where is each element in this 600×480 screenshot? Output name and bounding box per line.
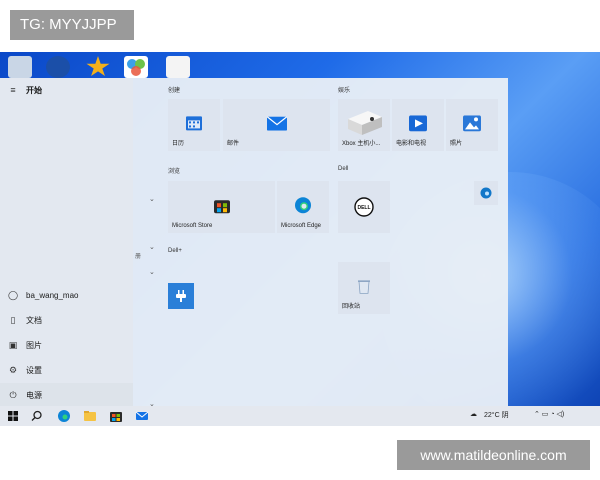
tile-edge-small[interactable]	[474, 181, 498, 205]
nav-power-label: 电源	[26, 390, 42, 400]
group-title-dell: Dell	[338, 166, 349, 172]
store-icon	[213, 200, 230, 214]
hamburger-icon[interactable]: ≡	[0, 85, 26, 95]
start-header[interactable]: ≡ 开始	[0, 78, 133, 102]
tile-mail-label: 邮件	[227, 141, 240, 147]
recycle-bin-icon	[358, 280, 370, 294]
tile-store[interactable]: Microsoft Store	[168, 181, 275, 233]
edge-desktop-icon[interactable]	[46, 56, 70, 78]
tile-calendar-label: 日历	[172, 141, 185, 147]
tile-photos[interactable]: 照片	[446, 99, 498, 151]
chevron-down-icon[interactable]: ⌄	[149, 195, 155, 203]
tile-recycle-label: 回收站	[342, 304, 361, 310]
tile-xbox-label: Xbox 主机小...	[342, 141, 381, 147]
picture-icon: ▣	[8, 339, 18, 350]
gear-icon: ⚙	[8, 364, 18, 375]
user-icon: ◯	[7, 289, 19, 300]
windows-start-icon[interactable]	[6, 409, 20, 423]
nav-settings-label: 设置	[26, 365, 42, 375]
xbox-console-icon	[348, 111, 382, 135]
nav-pictures[interactable]: ▣ 图片	[0, 333, 133, 357]
user-name: ba_wang_mao	[26, 290, 79, 300]
nav-documents[interactable]: ▯ 文档	[0, 308, 133, 332]
file-desktop-icon[interactable]	[166, 56, 190, 78]
system-tray-icons[interactable]: ⌃ ▭ ◔ ◁)	[534, 410, 564, 418]
star-desktop-icon[interactable]	[86, 56, 110, 77]
start-title: 开始	[26, 85, 42, 95]
calendar-icon	[186, 116, 202, 131]
tile-store-label: Microsoft Store	[172, 223, 213, 229]
nav-settings[interactable]: ⚙ 设置	[0, 358, 133, 382]
store-icon[interactable]	[109, 409, 123, 423]
start-menu: ≡ 开始 ◯ ba_wang_mao ▯ 文档 ▣ 图片 ⚙ 设置 ⏻ 电源 ⌄…	[0, 78, 508, 408]
weather-icon[interactable]: ☁	[470, 410, 477, 418]
tile-edge-label: Microsoft Edge	[281, 223, 322, 229]
svg-text:DELL: DELL	[357, 205, 370, 211]
nav-pictures-label: 图片	[26, 340, 42, 350]
tile-mail[interactable]: 邮件	[223, 99, 330, 151]
start-left-column: ≡ 开始 ◯ ba_wang_mao ▯ 文档 ▣ 图片 ⚙ 设置 ⏻ 电源	[0, 78, 133, 408]
power-icon: ⏻	[9, 389, 17, 400]
tile-xbox[interactable]: Xbox 主机小...	[338, 99, 390, 151]
plug-icon	[176, 290, 186, 302]
recycle-bin-desktop-icon[interactable]	[8, 56, 32, 78]
group-title-dellplus: Dell+	[168, 248, 182, 254]
mail-icon	[266, 116, 287, 131]
tile-calendar[interactable]: 日历	[168, 99, 220, 151]
group-title-browse: 浏览	[168, 169, 181, 175]
app-list-column: ⌄ 册 ⌄ ⌄ ⌄	[133, 78, 163, 408]
folder-icon[interactable]	[83, 409, 97, 423]
screenshot-root: TG: MYYJJPP ≡ 开始 ◯ ba_wang_mao ▯ 文档 ▣ 图片…	[0, 0, 600, 480]
app-desktop-icon[interactable]	[124, 56, 148, 78]
weather-text[interactable]: 22°C 阴	[484, 410, 509, 420]
tile-recycle-bin[interactable]: 回收站	[338, 262, 390, 314]
edge-icon[interactable]	[57, 409, 71, 423]
tile-dell[interactable]: DELL	[338, 181, 390, 233]
taskbar: ☁ 22°C 阴 ⌃ ▭ ◔ ◁)	[0, 406, 600, 426]
app-list-letter[interactable]: 册	[135, 251, 141, 260]
tag-overlay: TG: MYYJJPP	[10, 10, 134, 40]
tile-photos-label: 照片	[450, 141, 463, 147]
search-icon[interactable]	[30, 409, 44, 423]
watermark-overlay: www.matildeonline.com	[397, 440, 590, 470]
tile-movies[interactable]: 电影和电视	[392, 99, 444, 151]
tile-movies-label: 电影和电视	[396, 141, 427, 147]
user-account[interactable]: ◯ ba_wang_mao	[0, 283, 133, 307]
nav-power[interactable]: ⏻ 电源	[0, 383, 133, 407]
edge-icon	[295, 197, 311, 214]
edge-icon	[480, 187, 492, 199]
group-title-entertainment: 娱乐	[338, 88, 351, 94]
tile-dell-plus[interactable]	[168, 283, 194, 309]
movies-icon	[409, 115, 427, 132]
mail-icon[interactable]	[135, 409, 149, 423]
nav-documents-label: 文档	[26, 315, 42, 325]
document-icon: ▯	[10, 314, 16, 325]
tile-edge[interactable]: Microsoft Edge	[277, 181, 329, 233]
chevron-down-icon[interactable]: ⌄	[149, 268, 155, 276]
photos-icon	[463, 115, 481, 132]
dell-logo-icon: DELL	[354, 197, 374, 217]
group-title-create: 创建	[168, 88, 181, 94]
chevron-down-icon[interactable]: ⌄	[149, 243, 155, 251]
